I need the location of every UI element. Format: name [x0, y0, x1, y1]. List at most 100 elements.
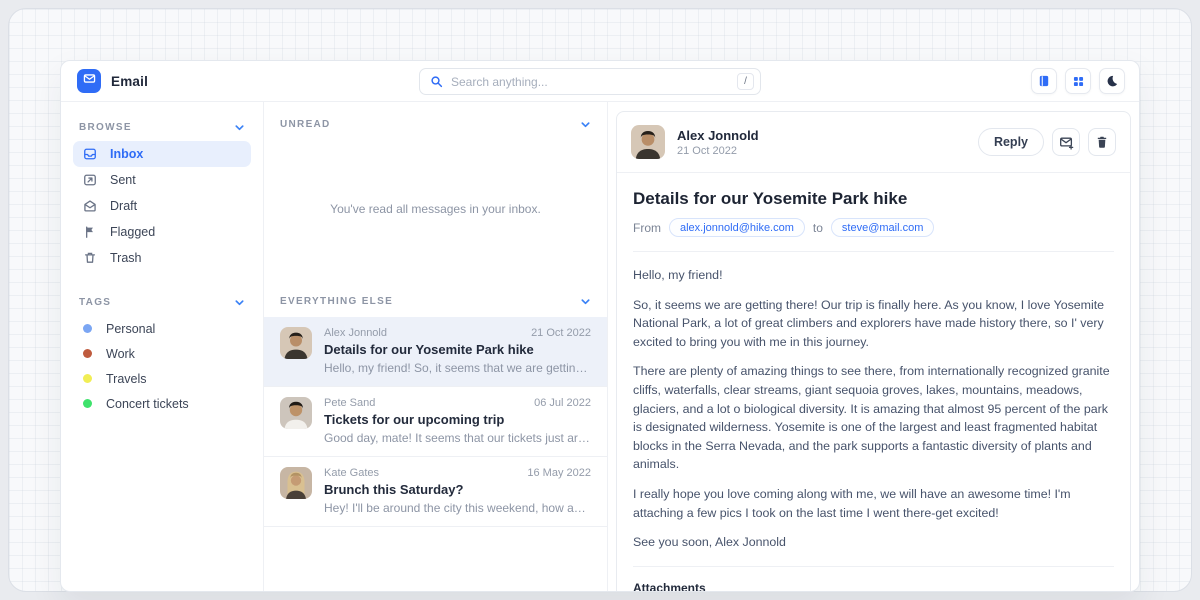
sidebar-item-flagged[interactable]: Flagged: [73, 219, 251, 245]
tag-color-dot: [83, 374, 92, 383]
divider: [633, 566, 1114, 567]
mail-item-date: 21 Oct 2022: [531, 327, 591, 339]
avatar: [280, 327, 312, 359]
mail-item-date: 06 Jul 2022: [534, 397, 591, 409]
email-detail-card: Alex Jonnold 21 Oct 2022 Reply: [616, 111, 1131, 592]
mail-item-subject: Details for our Yosemite Park hike: [324, 342, 591, 357]
sidebar-item-draft[interactable]: Draft: [73, 193, 251, 219]
sidebar-item-sent[interactable]: Sent: [73, 167, 251, 193]
tag-label: Personal: [106, 322, 155, 336]
flag-icon: [83, 225, 97, 239]
email-app-window: Email /: [60, 60, 1140, 592]
chevron-down-icon[interactable]: [580, 296, 591, 307]
search-input[interactable]: [451, 75, 737, 89]
avatar: [280, 467, 312, 499]
reading-pane: Alex Jonnold 21 Oct 2022 Reply: [608, 102, 1139, 591]
mail-list-item-yosemite[interactable]: Alex Jonnold 21 Oct 2022 Details for our…: [264, 317, 607, 387]
email-subject: Details for our Yosemite Park hike: [633, 189, 1114, 209]
sidebar-item-inbox[interactable]: Inbox: [73, 141, 251, 167]
mail-item-content: Kate Gates 16 May 2022 Brunch this Satur…: [324, 467, 591, 515]
tag-label: Work: [106, 347, 135, 361]
app-body: BROWSE Inbox: [61, 102, 1139, 591]
mail-item-sender: Alex Jonnold: [324, 327, 387, 339]
tag-label: Concert tickets: [106, 397, 189, 411]
apps-button[interactable]: [1065, 68, 1091, 94]
app-logo: [77, 69, 101, 93]
grid-icon: [1072, 75, 1085, 88]
attachments-title: Attachments: [633, 581, 1114, 592]
email-detail-header: Alex Jonnold 21 Oct 2022 Reply: [617, 112, 1130, 173]
browse-section-header[interactable]: BROWSE: [73, 112, 251, 141]
unread-section-title: UNREAD: [280, 119, 331, 130]
book-icon: [1037, 74, 1051, 88]
chevron-down-icon[interactable]: [580, 119, 591, 130]
sidebar-item-label: Draft: [110, 199, 137, 213]
mail-item-date: 16 May 2022: [527, 467, 591, 479]
inbox-icon: [83, 147, 97, 161]
tags-section-header[interactable]: TAGS: [73, 287, 251, 316]
tag-item-work[interactable]: Work: [73, 341, 251, 366]
mail-item-snippet: Hey! I'll be around the city this weeken…: [324, 501, 591, 515]
mail-item-content: Pete Sand 06 Jul 2022 Tickets for our up…: [324, 397, 591, 445]
mail-item-snippet: Hello, my friend! So, it seems that we a…: [324, 361, 591, 375]
app-header: Email /: [61, 61, 1139, 102]
sidebar: BROWSE Inbox: [61, 102, 264, 591]
search-bar[interactable]: /: [419, 68, 761, 95]
tag-item-personal[interactable]: Personal: [73, 316, 251, 341]
mail-list-item-tickets[interactable]: Pete Sand 06 Jul 2022 Tickets for our up…: [264, 387, 607, 457]
envelope-logo-icon: [82, 71, 97, 91]
mail-item-subject: Tickets for our upcoming trip: [324, 412, 591, 427]
email-body-paragraph: So, it seems we are getting there! Our t…: [633, 296, 1114, 352]
email-body-paragraph: I really hope you love coming along with…: [633, 485, 1114, 522]
trash-icon: [1095, 135, 1109, 149]
chevron-down-icon[interactable]: [234, 297, 245, 308]
avatar: [280, 397, 312, 429]
chevron-down-icon[interactable]: [234, 122, 245, 133]
mail-item-sender: Kate Gates: [324, 467, 379, 479]
tag-color-dot: [83, 324, 92, 333]
sender-identity: Alex Jonnold 21 Oct 2022: [677, 128, 759, 157]
tag-item-concert-tickets[interactable]: Concert tickets: [73, 391, 251, 416]
unread-section-header[interactable]: UNREAD: [264, 102, 607, 136]
reply-button[interactable]: Reply: [978, 128, 1044, 156]
email-body-paragraph: There are plenty of amazing things to se…: [633, 362, 1114, 474]
addressbook-button[interactable]: [1031, 68, 1057, 94]
email-body-paragraph: See you soon, Alex Jonnold: [633, 533, 1114, 552]
envelope-plus-icon: [1059, 135, 1074, 150]
mail-item-subject: Brunch this Saturday?: [324, 482, 591, 497]
divider: [633, 251, 1114, 252]
sidebar-item-label: Flagged: [110, 225, 155, 239]
forward-email-button[interactable]: [1052, 128, 1080, 156]
moon-icon: [1105, 74, 1119, 88]
everything-else-section-header[interactable]: EVERYTHING ELSE: [264, 282, 607, 317]
tag-label: Travels: [106, 372, 147, 386]
trash-icon: [83, 251, 97, 265]
tag-item-travels[interactable]: Travels: [73, 366, 251, 391]
tags-section-title: TAGS: [79, 297, 111, 308]
sidebar-item-label: Trash: [110, 251, 142, 265]
email-body-paragraph: Hello, my friend!: [633, 266, 1114, 285]
delete-email-button[interactable]: [1088, 128, 1116, 156]
from-to-row: From alex.jonnold@hike.com to steve@mail…: [633, 218, 1114, 237]
search-icon: [430, 75, 443, 88]
to-label: to: [813, 221, 823, 235]
tag-color-dot: [83, 399, 92, 408]
draft-icon: [83, 199, 97, 213]
sent-icon: [83, 173, 97, 187]
mail-list-column: UNREAD You've read all messages in your …: [264, 102, 608, 591]
email-detail-body: Details for our Yosemite Park hike From …: [617, 173, 1130, 592]
mail-item-content: Alex Jonnold 21 Oct 2022 Details for our…: [324, 327, 591, 375]
avatar: [631, 125, 665, 159]
sidebar-item-label: Sent: [110, 173, 136, 187]
tag-color-dot: [83, 349, 92, 358]
sidebar-item-label: Inbox: [110, 147, 143, 161]
unread-empty-message: You've read all messages in your inbox.: [264, 136, 607, 282]
to-email-chip[interactable]: steve@mail.com: [831, 218, 934, 237]
mail-item-snippet: Good day, mate! It seems that our ticket…: [324, 431, 591, 445]
browse-section-title: BROWSE: [79, 122, 132, 133]
sidebar-item-trash[interactable]: Trash: [73, 245, 251, 271]
everything-else-section-title: EVERYTHING ELSE: [280, 296, 393, 307]
mail-list-item-brunch[interactable]: Kate Gates 16 May 2022 Brunch this Satur…: [264, 457, 607, 527]
from-email-chip[interactable]: alex.jonnold@hike.com: [669, 218, 805, 237]
dark-mode-toggle[interactable]: [1099, 68, 1125, 94]
